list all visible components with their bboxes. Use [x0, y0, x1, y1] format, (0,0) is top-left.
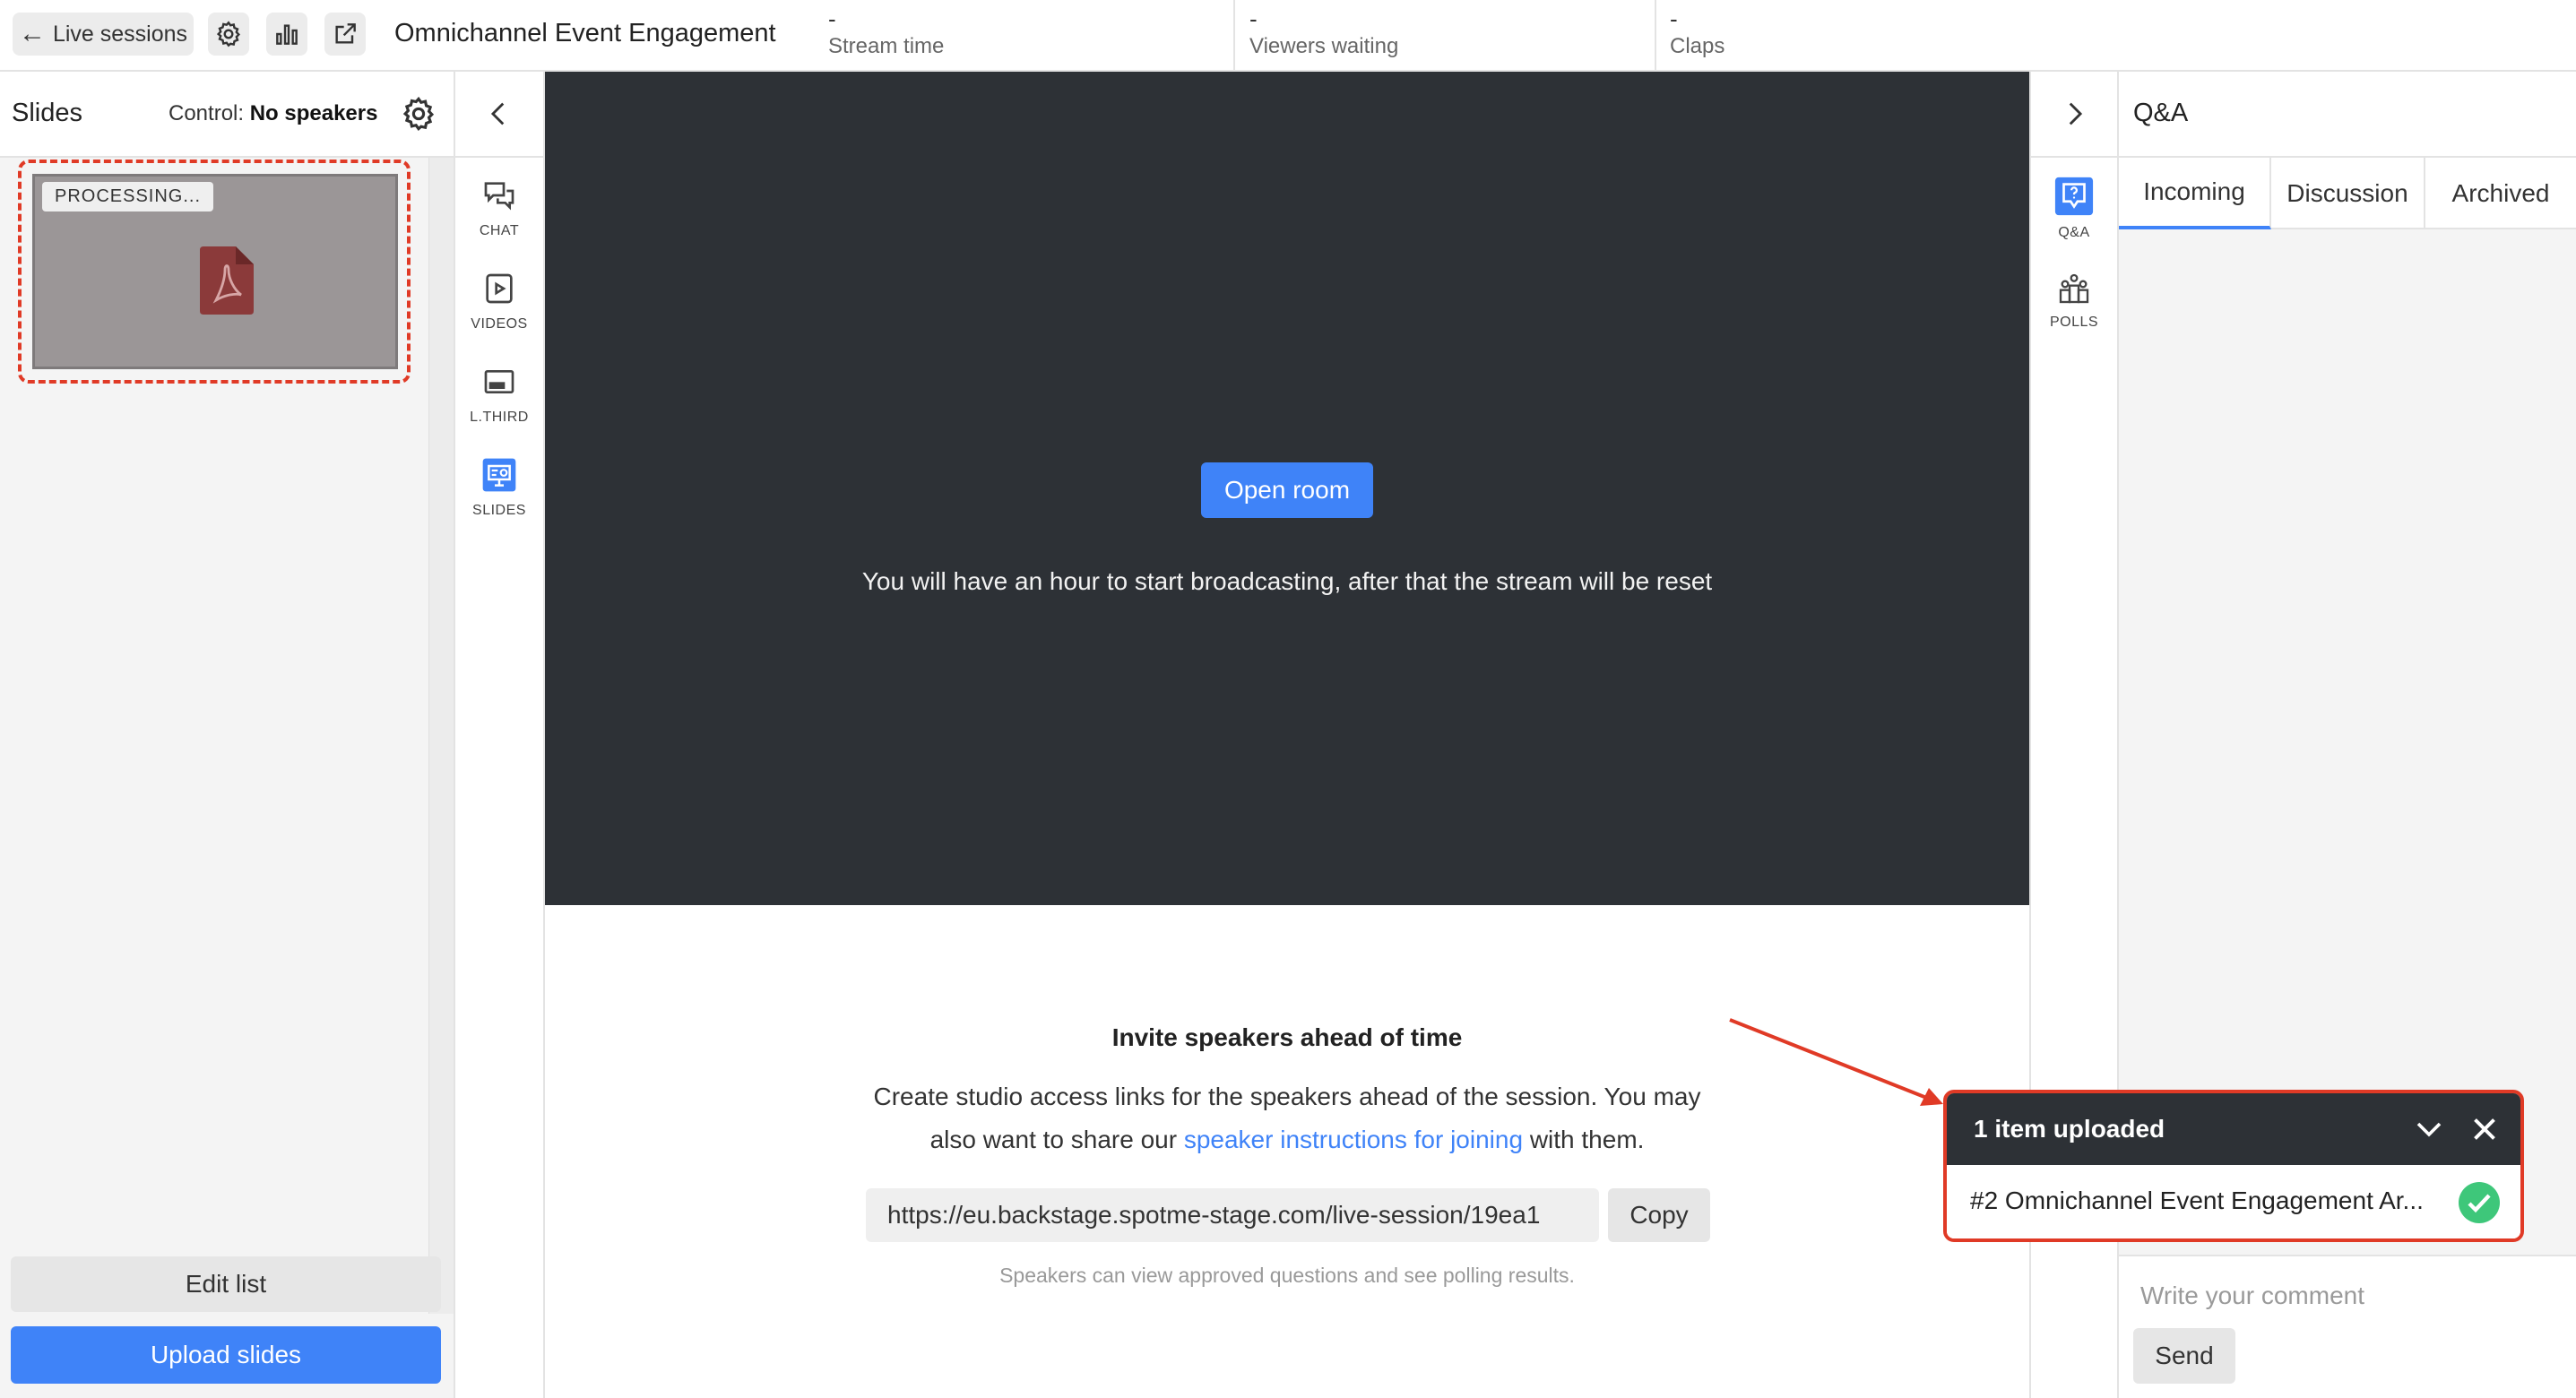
control-label: Control: [169, 101, 245, 125]
control-value: No speakers [249, 101, 378, 125]
chevron-down-icon[interactable] [2413, 1113, 2445, 1145]
qa-icon [2054, 177, 2094, 216]
control-status: Control: No speakers [169, 101, 377, 126]
tool-slides[interactable]: SLIDES [455, 450, 543, 536]
slide-highlight-annotation: PROCESSING... [18, 160, 411, 384]
metric-viewers-waiting: - Viewers waiting [1249, 0, 1656, 72]
tools-column: CHAT VIDEOS L.THIRD SLIDES [455, 72, 545, 1398]
invite-description: Create studio access links for the speak… [868, 1075, 1707, 1161]
invite-text-after: with them. [1523, 1126, 1645, 1153]
chevron-left-icon [490, 102, 505, 125]
slides-scrollbar[interactable] [428, 158, 454, 1314]
toast-header: 1 item uploaded [1947, 1093, 2520, 1165]
upload-toast: 1 item uploaded #2 Omnichannel Event Eng… [1943, 1090, 2524, 1242]
tool-label: Q&A [2058, 225, 2090, 240]
tool-label: POLLS [2049, 315, 2099, 330]
analytics-button[interactable] [266, 13, 307, 56]
send-button[interactable]: Send [2133, 1328, 2235, 1384]
metric-value: - [1249, 5, 1258, 32]
comment-composer: Write your comment Send [2119, 1255, 2576, 1398]
metric-label: Viewers waiting [1249, 34, 1399, 58]
qa-title: Q&A [2133, 99, 2189, 127]
top-bar: ← Live sessions Omnichannel Event Engage… [0, 0, 2576, 72]
arrow-left-icon: ← [18, 19, 46, 48]
metric-stream-time: - Stream time [828, 0, 1235, 72]
metric-label: Claps [1670, 34, 1725, 58]
metric-claps: - Claps [1670, 0, 1939, 72]
uploaded-item: #2 Omnichannel Event Engagement Ar... [1947, 1165, 2520, 1238]
annotation-arrow [1729, 1018, 1943, 1106]
tool-label: CHAT [479, 223, 520, 238]
gear-icon [216, 21, 240, 47]
slides-presentation-icon [482, 458, 516, 492]
tool-qa[interactable]: Q&A [2031, 176, 2117, 262]
back-to-live-sessions-button[interactable]: ← Live sessions [13, 13, 194, 56]
metric-value: - [1670, 5, 1678, 32]
collapse-panel-button[interactable] [455, 72, 543, 158]
tool-chat[interactable]: CHAT [455, 170, 543, 256]
slides-header: Slides Control: No speakers [0, 72, 454, 158]
slides-title: Slides [12, 99, 82, 127]
chevron-right-icon [2069, 102, 2083, 125]
toast-title: 1 item uploaded [1974, 1115, 2165, 1143]
comment-input[interactable]: Write your comment [2140, 1282, 2364, 1310]
video-icon [486, 273, 513, 304]
back-label: Live sessions [52, 21, 188, 47]
tool-label: L.THIRD [470, 410, 529, 425]
slide-thumbnail[interactable]: PROCESSING... [32, 174, 398, 369]
expand-panel-button[interactable] [2031, 72, 2117, 158]
open-room-button[interactable]: Open room [1201, 462, 1373, 518]
external-link-icon [335, 23, 356, 44]
bar-chart-icon [276, 24, 298, 45]
broadcast-stage: Open room You will have an hour to start… [545, 72, 2029, 905]
open-external-button[interactable] [324, 13, 366, 56]
metric-value: - [828, 5, 836, 32]
uploaded-file-name: #2 Omnichannel Event Engagement Ar... [1970, 1187, 2424, 1214]
qa-tabs: Incoming Discussion Archived [2119, 158, 2576, 229]
session-title: Omnichannel Event Engagement [394, 19, 776, 47]
tool-lower-third[interactable]: L.THIRD [455, 357, 543, 443]
tool-polls[interactable]: POLLS [2031, 271, 2117, 357]
lower-third-icon [484, 370, 514, 393]
invite-speakers-section: Invite speakers ahead of time Create stu… [545, 905, 2029, 1398]
success-check-icon [2459, 1182, 2500, 1223]
invite-note: Speakers can view approved questions and… [999, 1264, 1575, 1287]
edit-list-button[interactable]: Edit list [11, 1256, 441, 1312]
metric-label: Stream time [828, 34, 945, 58]
gear-icon[interactable] [400, 95, 437, 133]
tool-label: VIDEOS [471, 316, 528, 332]
upload-slides-button[interactable]: Upload slides [11, 1326, 441, 1384]
speaker-link-field[interactable]: https://eu.backstage.spotme-stage.com/li… [866, 1188, 1599, 1242]
processing-badge: PROCESSING... [42, 182, 214, 211]
tab-archived[interactable]: Archived [2425, 158, 2576, 229]
qa-header: Q&A [2119, 72, 2576, 158]
stage-message: You will have an hour to start broadcast… [861, 567, 1713, 595]
pdf-file-icon [200, 246, 254, 315]
tool-label: SLIDES [472, 503, 526, 518]
slides-panel: Slides Control: No speakers PROCESSING..… [0, 72, 455, 1398]
close-icon[interactable] [2468, 1113, 2501, 1145]
tool-videos[interactable]: VIDEOS [455, 263, 543, 350]
tab-discussion[interactable]: Discussion [2271, 158, 2425, 229]
chat-icon [484, 182, 514, 211]
polls-icon [2059, 273, 2089, 304]
speaker-instructions-link[interactable]: speaker instructions for joining [1184, 1126, 1523, 1153]
settings-button[interactable] [208, 13, 249, 56]
tab-incoming[interactable]: Incoming [2119, 158, 2271, 229]
copy-link-button[interactable]: Copy [1608, 1188, 1710, 1242]
